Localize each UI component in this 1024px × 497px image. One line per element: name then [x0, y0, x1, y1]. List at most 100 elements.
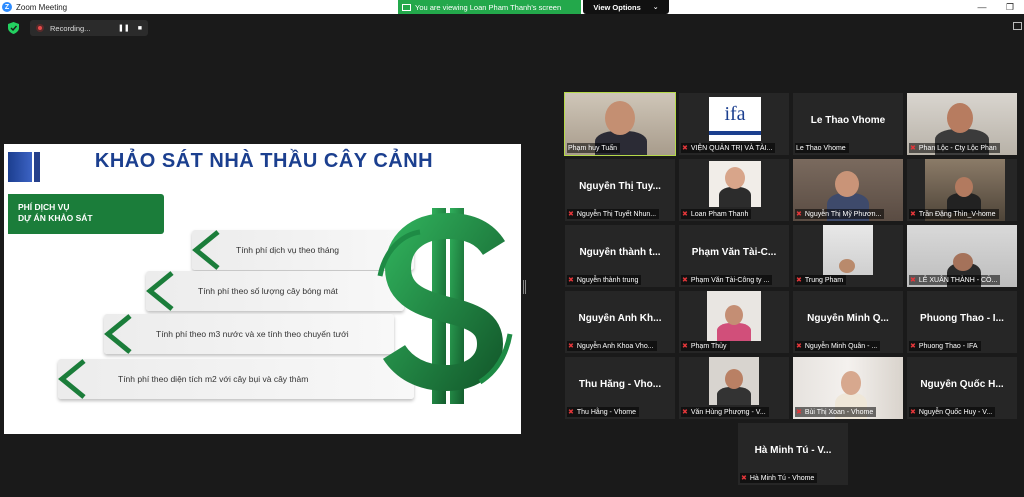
record-dot-icon	[36, 24, 44, 32]
mic-muted-icon: ✖	[682, 211, 688, 218]
slide-step-3: Tính phí theo m3 nước và xe tính theo ch…	[104, 314, 394, 354]
participant-name-label: ✖ Văn Hùng Phượng - V...	[681, 407, 769, 417]
participant-display-name: Nguyễn Thị Tuy...	[579, 181, 661, 192]
participant-tile[interactable]: ifa ✖ VIỆN QUẢN TRỊ VÀ TÀI...	[679, 93, 789, 155]
recording-label: Recording...	[50, 23, 91, 33]
mic-muted-icon: ✖	[568, 277, 574, 284]
slide-tab-line-1: PHÍ DỊCH VỤ	[18, 202, 70, 212]
zoom-window: { "window": { "title": "Zoom Meeting", "…	[0, 0, 1024, 497]
view-options-button[interactable]: View Options ⌄	[583, 0, 669, 14]
participant-tile[interactable]: ✖ Nguyễn Thị Mỹ Phươn...	[793, 159, 903, 221]
participant-display-name: Nguyễn Anh Kh...	[578, 313, 662, 324]
slide-step-2: Tính phí theo số lượng cây bóng mát	[146, 271, 404, 311]
participant-name-label: ✖ Phạm Văn Tài-Công ty ...	[681, 275, 773, 285]
participant-tile[interactable]: Phạm huy Tuấn	[564, 92, 676, 156]
mic-muted-icon: ✖	[910, 409, 916, 416]
slide-decor-bar-2	[34, 152, 40, 182]
participant-tile[interactable]: Nguyễn thành t... ✖ Nguyễn thành trung	[565, 225, 675, 287]
participant-tile[interactable]: ✖ Trung Pham	[793, 225, 903, 287]
participant-tile[interactable]: Nguyễn Quốc H... ✖ Nguyễn Quốc Huy - V...	[907, 357, 1017, 419]
participant-tile[interactable]: ✖ Bùi Thị Xoan - Vhome	[793, 357, 903, 419]
participant-tile[interactable]: Phuong Thao - I... ✖ Phuong Thao - IFA	[907, 291, 1017, 353]
participant-name-label: ✖ Nguyễn Thị Mỹ Phươn...	[795, 209, 885, 219]
participant-tile[interactable]: Le Thao Vhome Le Thao Vhome	[793, 93, 903, 155]
mic-muted-icon: ✖	[796, 409, 802, 416]
share-banner-text: You are viewing Loan Pham Thanh's screen	[415, 2, 562, 12]
participant-name-label: ✖ Nguyễn thành trung	[567, 275, 642, 285]
chevron-arrow-icon	[104, 314, 132, 354]
participant-display-name: Nguyễn Minh Q...	[807, 313, 889, 324]
mic-muted-icon: ✖	[568, 211, 574, 218]
participant-name-label: ✖ Trung Pham	[795, 275, 847, 285]
participant-name-label: ✖ Hà Minh Tú - Vhome	[740, 473, 818, 483]
mic-muted-icon: ✖	[910, 145, 916, 152]
participant-tile[interactable]: ✖ Trần Đặng Thìn_V-home	[907, 159, 1017, 221]
slide-title: KHẢO SÁT NHÀ THẦU CÂY CẢNH	[94, 150, 434, 172]
stop-recording-button[interactable]: ■	[138, 25, 142, 32]
participant-name-label: ✖ Phạm Thủy	[681, 341, 730, 351]
chevron-arrow-icon	[58, 359, 86, 399]
person-silhouette	[717, 323, 751, 341]
pane-splitter-handle[interactable]	[523, 280, 526, 294]
chevron-down-icon: ⌄	[652, 4, 659, 11]
person-head	[835, 171, 859, 197]
chevron-arrow-icon	[192, 230, 220, 270]
security-shield-icon[interactable]	[8, 22, 19, 34]
slide-tab-line-2: DỰ ÁN KHẢO SÁT	[18, 213, 93, 223]
slide-step-2-text: Tính phí theo số lượng cây bóng mát	[198, 286, 338, 296]
slide-step-4: Tính phí theo diện tích m2 với cây bụi v…	[58, 359, 414, 399]
participant-tile[interactable]: Thu Hằng - Vho... ✖ Thu Hằng - Vhome	[565, 357, 675, 419]
participant-tile[interactable]: ✖ Văn Hùng Phượng - V...	[679, 357, 789, 419]
participant-tile[interactable]: Nguyễn Minh Q... ✖ Nguyễn Minh Quân - ...	[793, 291, 903, 353]
mic-muted-icon: ✖	[910, 277, 916, 284]
participant-tile[interactable]: ✖ Phạm Thủy	[679, 291, 789, 353]
slide-decor-bar	[8, 152, 32, 182]
participant-display-name: Phuong Thao - I...	[920, 313, 1004, 324]
participant-tile[interactable]: Nguyễn Thị Tuy... ✖ Nguyễn Thị Tuyết Nhun…	[565, 159, 675, 221]
view-options-label: View Options	[593, 2, 641, 12]
logo-underline	[709, 131, 761, 135]
participant-name-label: ✖ Thu Hằng - Vhome	[567, 407, 640, 417]
window-title: Zoom Meeting	[16, 2, 68, 12]
participant-display-name: Thu Hằng - Vho...	[578, 379, 662, 390]
participant-display-name: Phạm Văn Tài-C...	[691, 247, 777, 258]
mic-muted-icon: ✖	[568, 409, 574, 416]
participant-tile[interactable]: ✖ LÊ XUÂN THÀNH - CÔ...	[907, 225, 1017, 287]
screen-share-icon	[402, 3, 411, 11]
participant-tile[interactable]: Phạm Văn Tài-C... ✖ Phạm Văn Tài-Công ty …	[679, 225, 789, 287]
mic-muted-icon: ✖	[682, 343, 688, 350]
restore-button[interactable]: ❐	[996, 0, 1024, 14]
minimize-button[interactable]: —	[968, 0, 996, 14]
participant-display-name: Nguyễn Quốc H...	[920, 379, 1004, 390]
person-silhouette	[717, 387, 751, 405]
participant-name-label: ✖ Bùi Thị Xoan - Vhome	[795, 407, 877, 417]
person-head	[725, 305, 743, 325]
participant-name-label: Le Thao Vhome	[795, 143, 849, 153]
participant-name-label: ✖ Nguyễn Minh Quân - ...	[795, 341, 881, 351]
pause-recording-button[interactable]: ❚❚	[118, 24, 130, 32]
participant-tile[interactable]: Hà Minh Tú - V... ✖ Hà Minh Tú - Vhome	[738, 423, 848, 485]
participant-display-name: Le Thao Vhome	[810, 115, 886, 126]
person-head	[605, 101, 635, 135]
participant-name-label: ✖ Nguyễn Thị Tuyết Nhun...	[567, 209, 660, 219]
shared-screen-slide: KHẢO SÁT NHÀ THẦU CÂY CẢNH PHÍ DỊCH VỤ D…	[4, 144, 521, 434]
mic-muted-icon: ✖	[568, 343, 574, 350]
mic-muted-icon: ✖	[796, 211, 802, 218]
window-controls: — ❐	[968, 0, 1024, 14]
participant-tile[interactable]: ✖ Phan Lộc - Cty Lộc Phan	[907, 93, 1017, 155]
participant-tile[interactable]: Nguyễn Anh Kh... ✖ Nguyễn Anh Khoa Vho...	[565, 291, 675, 353]
gallery-layout-icon[interactable]	[1013, 22, 1022, 30]
participant-name-label: Phạm huy Tuấn	[567, 143, 621, 153]
participant-name-label: ✖ Trần Đặng Thìn_V-home	[909, 209, 999, 219]
person-head	[955, 177, 973, 197]
ifa-logo: ifa	[724, 103, 746, 125]
participant-tile[interactable]: ✖ Loan Pham Thanh	[679, 159, 789, 221]
screen-share-banner: You are viewing Loan Pham Thanh's screen	[398, 0, 581, 14]
recording-indicator: Recording... ❚❚ ■	[30, 20, 148, 36]
dollar-sign-icon	[377, 208, 513, 404]
person-head	[947, 103, 973, 133]
person-silhouette	[719, 187, 751, 207]
person-head	[725, 369, 743, 389]
slide-step-4-text: Tính phí theo diện tích m2 với cây bụi v…	[118, 374, 309, 384]
participant-display-name: Hà Minh Tú - V...	[754, 445, 832, 456]
